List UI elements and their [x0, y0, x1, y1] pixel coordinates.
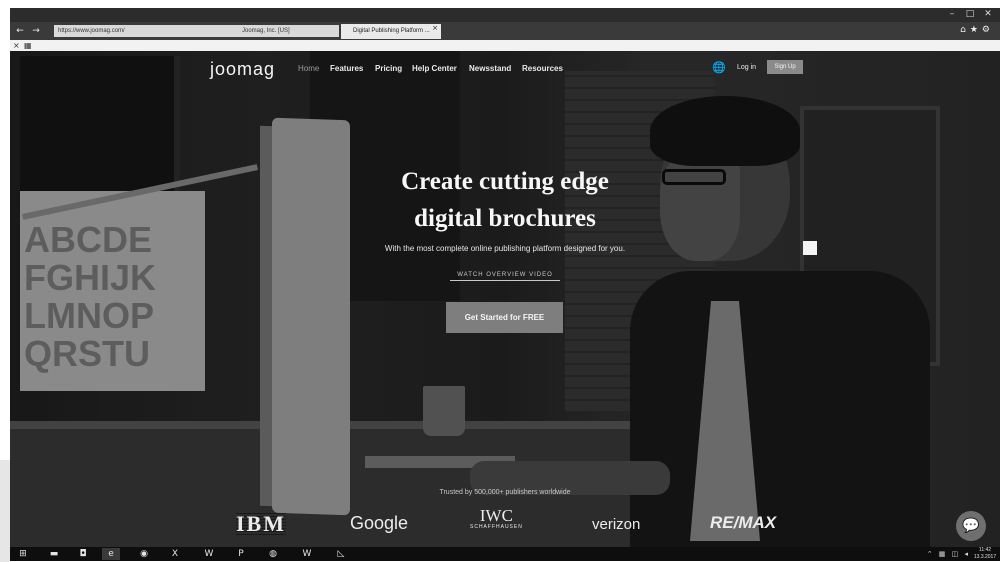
system-tray-icons[interactable]: ⌃ ▦ ◫ ◂ — [927, 548, 970, 560]
remax-logo: RE/MAX — [710, 513, 777, 532]
address-security-info[interactable]: Joomag, Inc. [US] — [242, 25, 338, 37]
excel-icon[interactable]: X — [166, 548, 184, 560]
iwc-logo: IWC SCHAFFHAUSEN — [470, 507, 523, 530]
web-page: ABCDE FGHIJK LMNOP QRSTU joomag Home Fea… — [10, 51, 1000, 547]
back-icon[interactable]: ← — [14, 25, 26, 37]
desktop-background-edge — [0, 460, 10, 562]
nav-features[interactable]: Features — [330, 64, 363, 73]
file-explorer-icon[interactable]: ▬ — [45, 548, 63, 560]
firefox-icon[interactable]: ◍ — [264, 548, 282, 560]
browser-home-favorites-settings-icons[interactable]: ⌂★⚙ — [960, 25, 994, 35]
white-square — [803, 241, 817, 255]
app-chart-icon[interactable]: ◺ — [332, 548, 350, 560]
nav-pricing[interactable]: Pricing — [375, 64, 402, 73]
tab-close-icon[interactable]: × — [432, 24, 438, 32]
favorites-bar: × ▦ — [10, 40, 1000, 51]
close-icon[interactable]: × — [13, 40, 20, 51]
site-logo[interactable]: joomag — [210, 59, 275, 80]
login-link[interactable]: Log in — [737, 64, 756, 71]
clock[interactable]: 11:42 13.3.2017 — [972, 547, 998, 561]
screen: – □ ✕ ← → https://www.joomag.com/ Joomag… — [10, 8, 1000, 561]
verizon-logo: verizon — [592, 516, 641, 533]
signup-button[interactable]: Sign Up — [767, 60, 803, 74]
get-started-button[interactable]: Get Started for FREE — [446, 302, 563, 333]
iwc-logo-text: IWC — [479, 506, 513, 525]
tab-title: Digital Publishing Platform ... — [353, 28, 430, 34]
tab-digital-publishing[interactable]: Digital Publishing Platform ... × — [341, 24, 441, 39]
watch-overview-video-link[interactable]: WATCH OVERVIEW VIDEO — [450, 272, 560, 281]
browser-toolbar: ← → https://www.joomag.com/ Joomag, Inc.… — [10, 22, 1000, 40]
maximize-button[interactable]: □ — [962, 8, 978, 20]
nav-help-center[interactable]: Help Center — [412, 64, 457, 73]
clock-time: 11:42 — [978, 547, 992, 553]
minimize-button[interactable]: – — [944, 8, 960, 20]
taskbar: ⊞ ▬ ◘ e ◉ X W P ◍ W ◺ ⌃ ▦ ◫ ◂ 11:42 13.3… — [10, 547, 1000, 561]
chat-icon[interactable]: 💬 — [956, 511, 986, 541]
nav-home[interactable]: Home — [298, 64, 319, 73]
word-icon[interactable]: W — [200, 548, 218, 560]
trusted-by-text: Trusted by 500,000+ publishers worldwide — [439, 489, 571, 496]
favorites-icon[interactable]: ▦ — [24, 40, 32, 51]
hero-subtitle: With the most complete online publishing… — [384, 244, 626, 253]
nav-resources[interactable]: Resources — [522, 64, 563, 73]
app-w-icon[interactable]: W — [298, 548, 316, 560]
hero-title-line: Create cutting edge — [401, 168, 609, 195]
google-logo: Google — [350, 513, 409, 533]
store-icon[interactable]: ◘ — [74, 548, 92, 560]
iwc-logo-subtext: SCHAFFHAUSEN — [470, 524, 523, 530]
start-icon[interactable]: ⊞ — [14, 548, 32, 560]
forward-icon[interactable]: → — [30, 25, 42, 37]
edge-icon[interactable]: e — [102, 548, 120, 560]
powerpoint-icon[interactable]: P — [232, 548, 250, 560]
nav-newsstand[interactable]: Newsstand — [469, 64, 511, 73]
hero-overlay — [10, 51, 1000, 547]
clock-date: 13.3.2017 — [973, 554, 997, 560]
hero-title: Create cutting edge digital brochures — [340, 163, 670, 237]
ibm-logo: IBM — [236, 511, 286, 537]
close-window-button[interactable]: ✕ — [980, 8, 996, 20]
window-titlebar: – □ ✕ — [10, 8, 1000, 22]
chrome-icon[interactable]: ◉ — [135, 548, 153, 560]
globe-icon[interactable]: 🌐 — [712, 61, 726, 74]
hero-title-line: digital brochures — [414, 205, 596, 232]
